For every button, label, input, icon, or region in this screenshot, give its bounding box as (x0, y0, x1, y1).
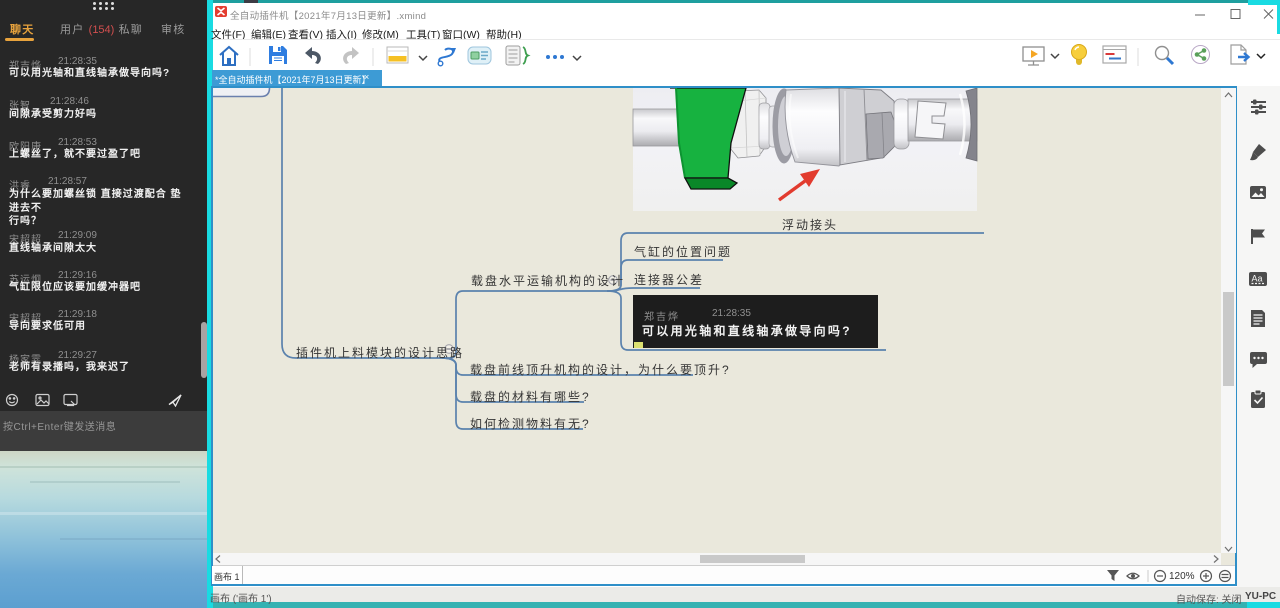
svg-text:Aa: Aa (1252, 274, 1263, 284)
